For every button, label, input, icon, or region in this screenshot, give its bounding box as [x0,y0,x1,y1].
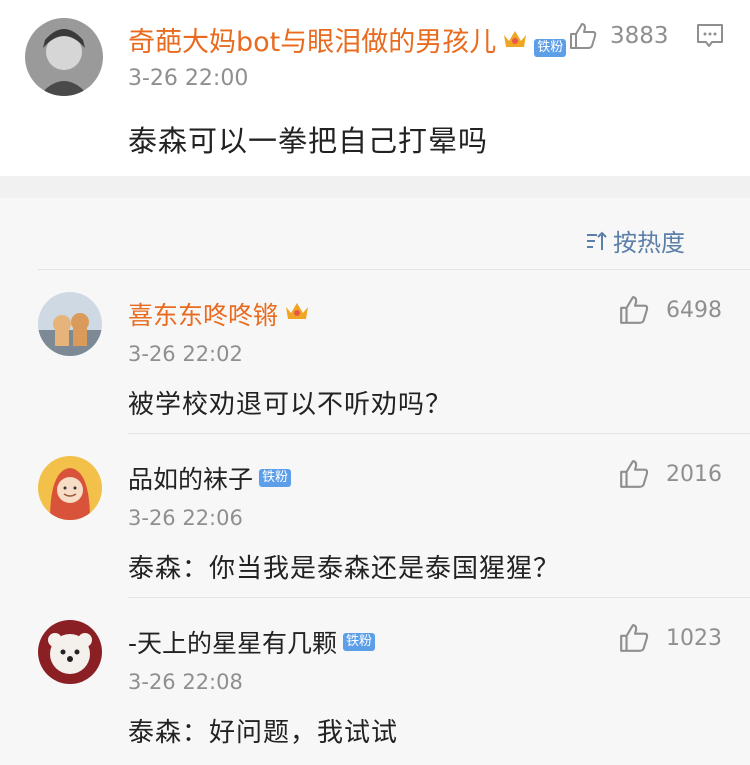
thumbs-up-icon [620,460,649,488]
user-avatar-icon [25,18,103,96]
comment-time: 3-26 22:06 [128,506,243,530]
comment-user-name[interactable]: 品如的袜子 铁粉 [128,460,292,496]
section-divider [0,176,750,198]
fan-badge: 铁粉 [259,469,292,487]
fan-badge: 铁粉 [343,633,376,651]
comment-text: 泰森：好问题，我试试 [128,718,399,748]
dogs-avatar-icon [38,292,102,356]
avatar[interactable] [38,456,102,520]
avatar[interactable] [38,292,102,356]
thumbs-up-icon [620,296,649,324]
post-like-count: 3883 [610,23,669,49]
sort-label: 按热度 [613,229,685,257]
comment-item: -天上的星星有几颗 铁粉 3-26 22:08 泰森：好问题，我试试 1023 [0,598,750,762]
comment-like-count: 2016 [666,461,722,487]
white-dog-avatar-icon [38,620,102,684]
thumbs-up-icon [620,624,649,652]
sort-icon [587,231,607,250]
comment-like-count: 6498 [666,297,722,323]
avatar[interactable] [38,620,102,684]
post-user-name[interactable]: 奇葩大妈bot与眼泪做的男孩儿 铁粉 [128,20,567,59]
vip-crown-icon [284,299,310,329]
comment-like-button[interactable]: 6498 [618,294,722,326]
comment-text: 被学校劝退可以不听劝吗？ [128,390,453,420]
comment-time: 3-26 22:08 [128,670,243,694]
post-text: 泰森可以一拳把自己打晕吗 [128,124,489,158]
fan-badge: 铁粉 [534,39,567,57]
vip-crown-icon [502,27,528,58]
comment-user-name[interactable]: -天上的星星有几颗 铁粉 [128,624,376,660]
comment-user-name[interactable]: 喜东东咚咚锵 [128,296,310,332]
post-comment-button[interactable] [696,22,724,54]
sort-by-hot-button[interactable]: 按热度 [585,223,685,258]
post-time: 3-26 22:00 [128,66,249,91]
avatar[interactable] [25,18,103,96]
comment-text: 泰森：你当我是泰森还是泰国猩猩？ [128,554,561,584]
sort-bar: 按热度 [0,198,750,270]
comment-item: 喜东东咚咚锵 3-26 22:02 被学校劝退可以不听劝吗？ 6498 [0,270,750,434]
comment-like-button[interactable]: 2016 [618,458,722,490]
comment-like-count: 1023 [666,625,722,651]
comment-item: 品如的袜子 铁粉 3-26 22:06 泰森：你当我是泰森还是泰国猩猩？ 2016 [0,434,750,598]
post: 奇葩大妈bot与眼泪做的男孩儿 铁粉 3-26 22:00 泰森可以一拳把自己打晕… [0,0,750,176]
comment-like-button[interactable]: 1023 [618,622,722,654]
cartoon-girl-avatar-icon [38,456,102,520]
post-like-button[interactable]: 3883 [568,20,669,52]
comment-list: 喜东东咚咚锵 3-26 22:02 被学校劝退可以不听劝吗？ 6498 品如的袜… [0,270,750,765]
comment-time: 3-26 22:02 [128,342,243,366]
thumbs-up-icon [570,23,597,49]
comment-icon [697,24,723,47]
